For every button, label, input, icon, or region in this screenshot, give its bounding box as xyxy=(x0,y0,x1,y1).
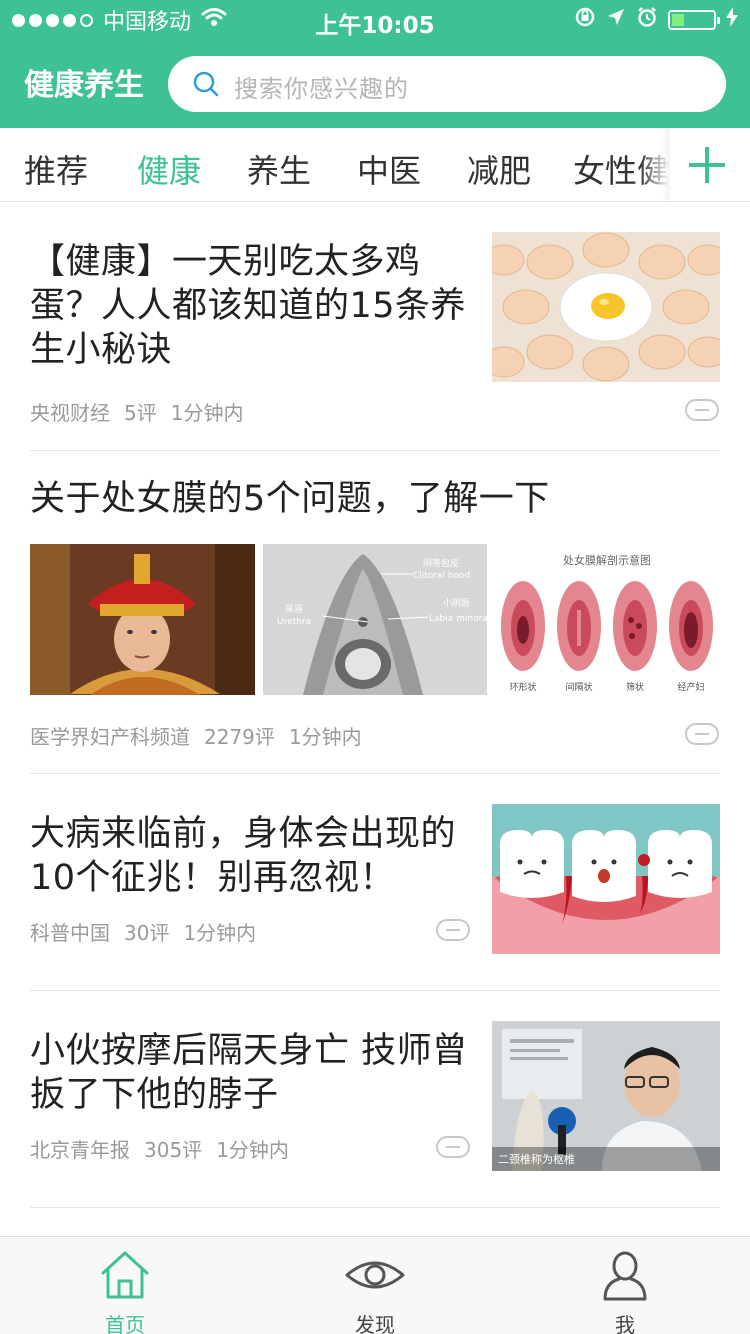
dislike-button[interactable] xyxy=(685,399,719,421)
label-labia-minora-en: Labia minora xyxy=(429,614,487,624)
tab-discover[interactable]: 发现 xyxy=(250,1237,500,1334)
diagram-title: 处女膜解剖示意图 xyxy=(563,553,651,567)
article-card[interactable]: 小伙按摩后隔天身亡 技师曾扳了下他的脖子 北京青年报 305评 1分钟内 二颈椎称为… xyxy=(30,991,720,1208)
teeth-cartoon xyxy=(492,804,720,954)
dislike-button[interactable] xyxy=(685,723,719,745)
battery-level xyxy=(672,14,684,26)
dislike-button[interactable] xyxy=(436,1136,470,1158)
article-thumbnail: 二颈椎称为枢椎 xyxy=(492,1021,720,1171)
plus-icon xyxy=(689,147,725,183)
eye-icon xyxy=(345,1249,405,1301)
article-source: 北京青年报 xyxy=(30,1138,130,1162)
article-title: 小伙按摩后隔天身亡 技师曾扳了下他的脖子 xyxy=(30,1031,468,1115)
rotation-lock-icon xyxy=(574,6,596,34)
add-tab-button[interactable] xyxy=(670,128,750,201)
article-thumbnail xyxy=(492,804,720,954)
person-icon xyxy=(595,1249,655,1301)
article-image-2: 阴蒂包皮 Clitoral hood 尿道 Urethra 小阴唇 Labia … xyxy=(263,544,487,695)
article-source: 科普中国 xyxy=(30,921,110,945)
search-placeholder: 搜索你感兴趣的 xyxy=(234,75,409,103)
tab-me[interactable]: 我 xyxy=(500,1237,750,1334)
article-source: 医学界妇产科频道 xyxy=(30,725,190,749)
search-icon xyxy=(192,70,220,98)
hymen-types-diagram: 处女膜解剖示意图 环形状 间隔状 筛状 经产妇 xyxy=(495,544,720,695)
tab-discover-label: 发现 xyxy=(355,1313,395,1334)
status-right xyxy=(574,6,738,34)
app-title: 健康养生 xyxy=(24,68,144,103)
category-tabs: 推荐 健康 养生 中医 减肥 女性健康 xyxy=(0,128,750,202)
bottom-tab-bar: 首页 发现 我 xyxy=(0,1236,750,1334)
article-time: 1分钟内 xyxy=(216,1138,289,1162)
video-caption: 二颈椎称为枢椎 xyxy=(498,1152,575,1166)
emperor-photo xyxy=(30,544,255,695)
home-icon xyxy=(95,1249,155,1301)
tab-tcm[interactable]: 中医 xyxy=(357,146,421,192)
tab-wellness[interactable]: 养生 xyxy=(247,146,311,192)
tab-me-label: 我 xyxy=(615,1313,635,1334)
article-comments: 2279评 xyxy=(204,725,275,749)
article-comments: 305评 xyxy=(144,1138,203,1162)
article-image-3: 处女膜解剖示意图 环形状 间隔状 筛状 经产妇 xyxy=(495,544,720,695)
article-time: 1分钟内 xyxy=(170,401,244,425)
label-urethra-cn: 尿道 xyxy=(285,603,303,615)
type-label-septate: 间隔状 xyxy=(565,681,592,693)
tab-home-label: 首页 xyxy=(105,1313,145,1334)
article-meta: 北京青年报 305评 1分钟内 xyxy=(30,1134,303,1163)
label-clitoral-hood-en: Clitoral hood xyxy=(413,571,470,581)
article-title: 【健康】一天别吃太多鸡蛋？人人都该知道的15条养生小秘诀 xyxy=(30,242,467,370)
location-arrow-icon xyxy=(606,7,626,33)
article-title: 大病来临前，身体会出现的10个征兆！别再忽视！ xyxy=(30,814,457,898)
article-source: 央视财经 xyxy=(30,401,110,425)
status-bar: 中国移动 上午10:05 xyxy=(0,0,750,40)
app-header: 中国移动 上午10:05 健康养生 搜索你感兴趣的 xyxy=(0,0,750,128)
type-label-annular: 环形状 xyxy=(509,681,536,693)
doctor-news-photo: 二颈椎称为枢椎 xyxy=(492,1021,720,1171)
article-comments: 30评 xyxy=(124,921,170,945)
tab-home[interactable]: 首页 xyxy=(0,1237,250,1334)
label-labia-minora-cn: 小阴唇 xyxy=(443,598,470,609)
article-card[interactable]: 【健康】一天别吃太多鸡蛋？人人都该知道的15条养生小秘诀 央视财经 5评 1分钟内 xyxy=(30,202,720,451)
type-label-parous: 经产妇 xyxy=(677,681,704,693)
article-time: 1分钟内 xyxy=(288,725,362,749)
label-clitoral-hood-cn: 阴蒂包皮 xyxy=(423,557,459,569)
tab-weight-loss[interactable]: 减肥 xyxy=(467,146,531,192)
article-image-1 xyxy=(30,544,255,695)
article-comments: 5评 xyxy=(124,401,157,425)
label-urethra-en: Urethra xyxy=(277,617,311,627)
dislike-button[interactable] xyxy=(436,919,470,941)
battery-icon xyxy=(668,10,720,30)
article-title: 关于处女膜的5个问题，了解一下 xyxy=(30,479,550,519)
tab-fade xyxy=(640,128,670,201)
alarm-icon xyxy=(636,6,658,34)
article-meta: 医学界妇产科频道 2279评 1分钟内 xyxy=(30,721,376,750)
anatomy-diagram: 阴蒂包皮 Clitoral hood 尿道 Urethra 小阴唇 Labia … xyxy=(263,544,487,695)
search-input[interactable]: 搜索你感兴趣的 xyxy=(168,56,726,112)
article-thumbnail xyxy=(492,232,720,382)
article-meta: 科普中国 30评 1分钟内 xyxy=(30,917,270,946)
tab-recommend[interactable]: 推荐 xyxy=(24,146,88,192)
tab-health[interactable]: 健康 xyxy=(137,146,201,192)
article-time: 1分钟内 xyxy=(183,921,257,945)
article-meta: 央视财经 5评 1分钟内 xyxy=(30,397,257,426)
article-card[interactable]: 关于处女膜的5个问题，了解一下 阴蒂包皮 Clitoral hood 尿道 Ur… xyxy=(30,451,720,774)
type-label-cribriform: 筛状 xyxy=(626,681,644,693)
charging-icon xyxy=(726,7,738,33)
eggs-image xyxy=(492,232,720,382)
article-card[interactable]: 大病来临前，身体会出现的10个征兆！别再忽视！ 科普中国 30评 1分钟内 xyxy=(30,774,720,991)
